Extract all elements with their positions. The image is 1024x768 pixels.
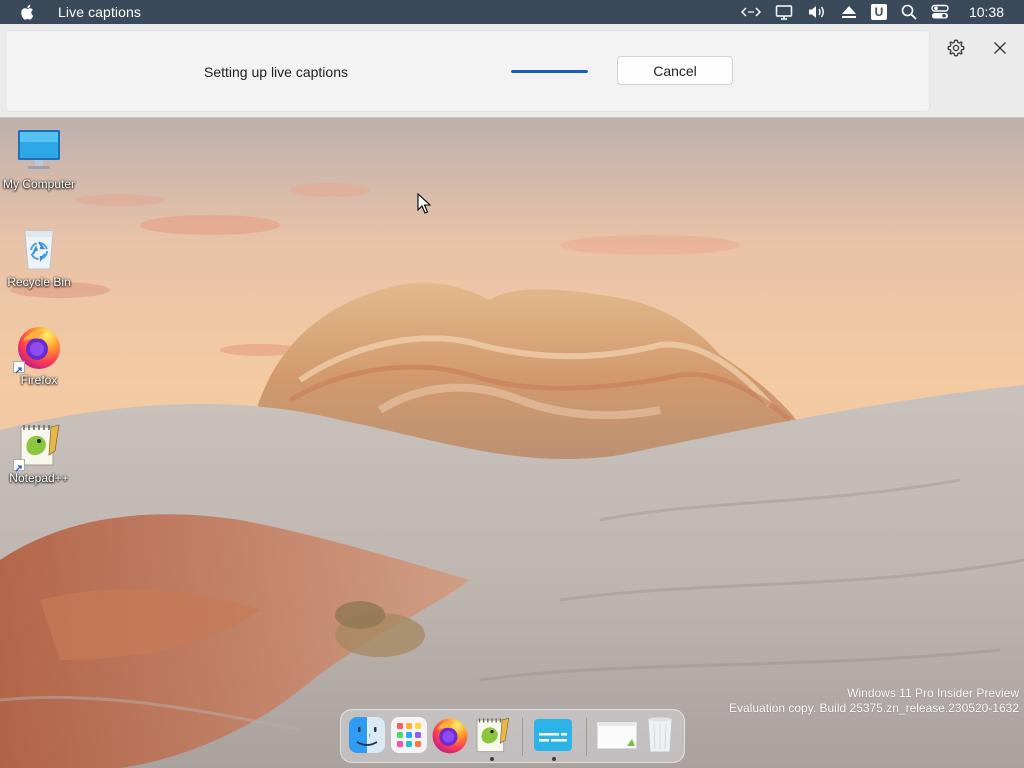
recycle-bin-icon (15, 225, 63, 273)
firefox-icon (432, 718, 468, 754)
close-icon[interactable] (990, 38, 1010, 58)
mouse-pointer-icon (417, 193, 431, 214)
u-app-label: U (870, 4, 887, 20)
dock-item-notepadpp[interactable] (472, 715, 512, 755)
shortcut-arrow-icon (13, 459, 25, 472)
status-tray: U 10:38 (740, 0, 1024, 24)
dock-item-finder[interactable] (347, 715, 387, 755)
desktop-icon-label: Notepad++ (9, 471, 69, 485)
finder-icon (349, 717, 385, 753)
live-captions-panel: Setting up live captions Cancel (5, 30, 930, 112)
firefox-icon (13, 323, 63, 374)
running-indicator (490, 757, 494, 761)
dock-item-window-preview[interactable] (596, 715, 638, 755)
dock-item-launchpad[interactable] (389, 715, 429, 755)
watermark-line-edition: Windows 11 Pro Insider Preview (847, 686, 1019, 700)
dock-item-firefox[interactable] (430, 715, 470, 755)
monitor-icon (15, 127, 63, 175)
notepadpp-icon (13, 421, 63, 472)
desktop-icon-label: Firefox (20, 373, 58, 387)
launchpad-icon (391, 717, 427, 753)
display-icon[interactable] (775, 4, 793, 20)
windows-watermark: Windows 11 Pro Insider Preview Evaluatio… (729, 686, 1019, 716)
eject-icon[interactable] (841, 5, 857, 19)
apple-menu-icon[interactable] (20, 4, 40, 20)
code-icon[interactable] (740, 5, 761, 19)
live-captions-window: Setting up live captions Cancel (0, 24, 1024, 118)
dock-item-live-captions[interactable] (533, 715, 573, 755)
gear-icon[interactable] (946, 38, 966, 58)
cancel-button[interactable]: Cancel (617, 56, 733, 85)
search-icon[interactable] (901, 4, 917, 20)
captions-status-text: Setting up live captions (204, 64, 348, 80)
desktop-icon-label: My Computer (2, 177, 76, 191)
active-app-title[interactable]: Live captions (58, 4, 141, 20)
setup-progress-fill (511, 70, 588, 73)
dock-item-trash[interactable] (640, 715, 680, 755)
dock (340, 709, 685, 763)
top-menu-bar: Live captions U 10:38 (0, 0, 1024, 24)
control-center-icon[interactable] (931, 4, 949, 20)
watermark-line-build: Evaluation copy. Build 25375.zn_release.… (729, 701, 1019, 715)
window-preview-icon (596, 721, 638, 750)
menubar-clock[interactable]: 10:38 (969, 4, 1004, 20)
u-app-icon[interactable]: U (870, 4, 887, 20)
desktop-icon-firefox[interactable]: Firefox (0, 323, 78, 387)
desktop-icon-notepadpp[interactable]: Notepad++ (0, 421, 78, 485)
setup-progress-bar (511, 70, 588, 73)
live-captions-icon (534, 719, 572, 751)
shortcut-arrow-icon (13, 361, 25, 374)
desktop-icon-label: Recycle Bin (7, 275, 71, 289)
notepadpp-icon (476, 717, 510, 753)
dock-separator (522, 718, 523, 756)
desktop-icon-my-computer[interactable]: My Computer (0, 127, 78, 191)
dock-separator (586, 718, 587, 756)
desktop-icon-recycle-bin[interactable]: Recycle Bin (0, 225, 78, 289)
trash-icon (647, 717, 673, 753)
volume-icon[interactable] (807, 4, 827, 20)
running-indicator (552, 757, 556, 761)
